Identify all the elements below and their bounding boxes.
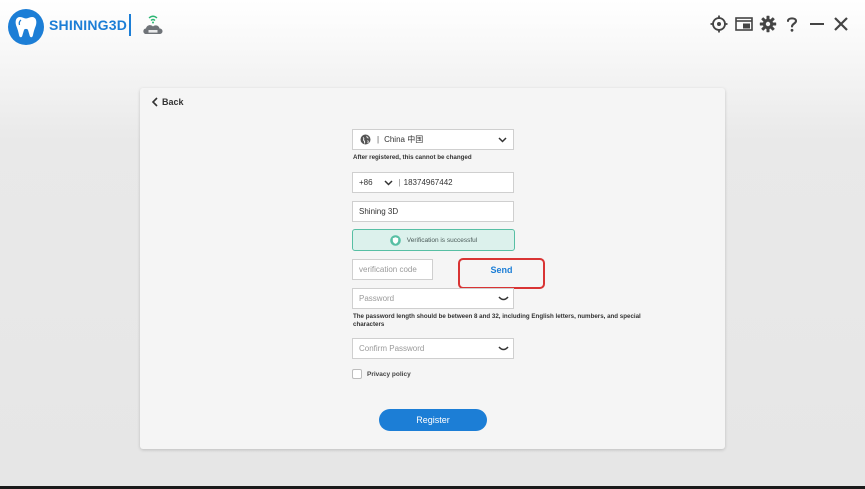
back-label: Back <box>162 97 184 107</box>
help-icon[interactable] <box>782 14 802 34</box>
back-button[interactable]: Back <box>151 97 184 107</box>
cloud-wifi-icon[interactable] <box>141 14 165 36</box>
eye-closed-icon[interactable] <box>498 296 509 302</box>
verification-code-placeholder: verification code <box>359 265 417 274</box>
brand-divider <box>129 14 131 36</box>
confirm-password-input[interactable]: Confirm Password <box>352 338 514 359</box>
shield-check-icon <box>389 234 401 246</box>
privacy-policy-link[interactable]: Privacy policy <box>367 371 411 378</box>
register-button[interactable]: Register <box>379 409 487 431</box>
screenshot-icon[interactable] <box>734 14 754 34</box>
phone-divider: | <box>398 178 401 187</box>
send-button[interactable]: Send <box>458 258 545 282</box>
globe-icon <box>360 134 371 145</box>
region-hint: After registered, this cannot be changed <box>353 154 472 161</box>
brand-name: SHINING3D <box>49 17 128 33</box>
phone-number: 18374967442 <box>403 178 453 187</box>
confirm-password-placeholder: Confirm Password <box>359 344 425 353</box>
chevron-left-icon <box>151 97 158 107</box>
organization-value: Shining 3D <box>359 207 399 216</box>
minimize-icon[interactable] <box>807 14 827 34</box>
organization-input[interactable]: Shining 3D <box>352 201 514 222</box>
registration-panel: Back | China 中国 After registered, this c… <box>140 88 725 449</box>
close-icon[interactable] <box>831 14 851 34</box>
country-code: +86 <box>359 178 373 187</box>
eye-closed-icon[interactable] <box>498 346 509 352</box>
chevron-down-icon[interactable] <box>384 179 393 186</box>
tooth-logo-icon <box>8 9 44 45</box>
phone-field[interactable]: +86 | 18374967442 <box>352 172 514 193</box>
gear-icon[interactable] <box>758 14 778 34</box>
password-input[interactable]: Password <box>352 288 514 309</box>
region-value: China 中国 <box>384 135 424 144</box>
crosshair-icon[interactable] <box>709 14 729 34</box>
chevron-down-icon <box>498 137 507 143</box>
verification-status: Verification is successful <box>352 229 515 251</box>
privacy-row: Privacy policy <box>352 369 411 379</box>
verification-code-input[interactable]: verification code <box>352 259 433 280</box>
region-divider: | <box>377 135 380 144</box>
password-placeholder: Password <box>359 294 395 303</box>
verification-status-text: Verification is successful <box>406 236 478 244</box>
title-bar: SHINING3D <box>0 0 865 52</box>
privacy-checkbox[interactable] <box>352 369 362 379</box>
password-hint: The password length should be between 8 … <box>353 313 641 328</box>
region-select[interactable]: | China 中国 <box>352 129 514 150</box>
